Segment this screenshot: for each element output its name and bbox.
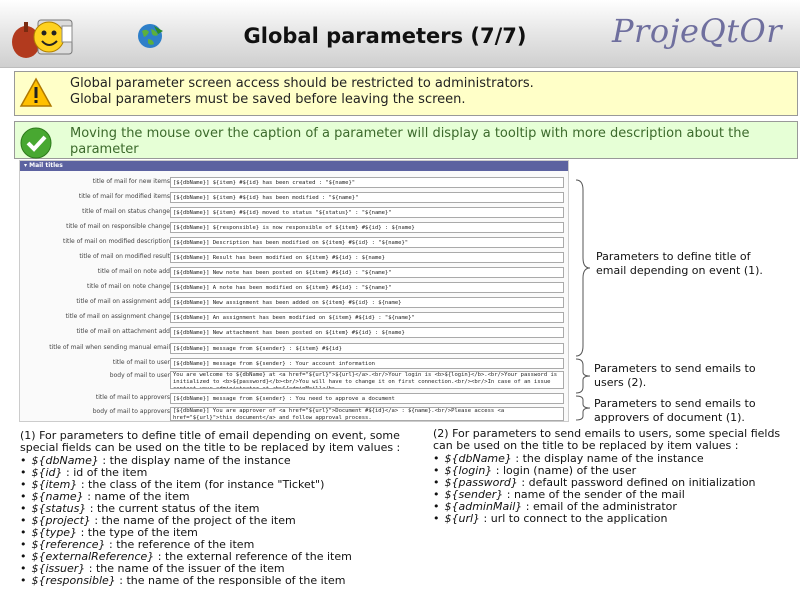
param-label: title of mail on modified result bbox=[79, 253, 170, 260]
field-desc: : the name of the responsible of the ite… bbox=[115, 574, 346, 587]
list-intro: (2) For parameters to send emails to use… bbox=[433, 428, 798, 452]
param-input[interactable]: [${dbName}] message from ${sender} : You… bbox=[170, 358, 564, 369]
param-textarea[interactable]: [${dbName}] You are approver of <a href=… bbox=[170, 407, 564, 421]
param-row: title of mail for modified items [${dbNa… bbox=[20, 191, 568, 205]
param-row: title of mail to approvers [${dbName}] m… bbox=[20, 392, 568, 406]
param-input[interactable]: [${dbName}] ${item} #${id} moved to stat… bbox=[170, 207, 564, 218]
mail-titles-form: ▾ Mail titles title of mail for new item… bbox=[19, 160, 569, 422]
param-row: body of mail to user You are welcome to … bbox=[20, 370, 568, 394]
annotation-line: email depending on event (1). bbox=[596, 264, 763, 277]
param-row: title of mail to user [${dbName}] messag… bbox=[20, 357, 568, 371]
param-label: title of mail on assignment add bbox=[76, 298, 170, 305]
param-input[interactable]: [${dbName}] New note has been posted on … bbox=[170, 267, 564, 278]
param-row: title of mail on modified result [${dbNa… bbox=[20, 251, 568, 265]
annotation-line: Parameters to send emails to bbox=[594, 362, 756, 375]
checkmark-icon bbox=[20, 127, 52, 159]
param-label: title of mail for new items bbox=[92, 178, 170, 185]
page-title: Global parameters (7/7) bbox=[243, 24, 527, 48]
param-input[interactable]: [${dbName}] Description has been modifie… bbox=[170, 237, 564, 248]
header-bar: Global parameters (7/7) ProjeQtOr bbox=[0, 0, 800, 68]
section-header-mail-titles[interactable]: ▾ Mail titles bbox=[20, 161, 568, 171]
list-item: ${responsible} : the name of the respons… bbox=[20, 575, 430, 587]
param-label: title of mail on responsible change bbox=[66, 223, 170, 230]
warning-icon bbox=[19, 77, 53, 107]
brace-titles bbox=[575, 179, 591, 357]
left-field-list: (1) For parameters to define title of em… bbox=[20, 430, 430, 587]
param-input[interactable]: [${dbName}] A note has been modified on … bbox=[170, 282, 564, 293]
param-row: title of mail for new items [${dbName}] … bbox=[20, 176, 568, 190]
param-row: title of mail on note change [${dbName}]… bbox=[20, 281, 568, 295]
warning-note: Global parameter screen access should be… bbox=[14, 71, 798, 116]
param-label: title of mail on note add bbox=[97, 268, 170, 275]
param-input[interactable]: [${dbName}] New attachment has been post… bbox=[170, 327, 564, 338]
param-label: title of mail to user bbox=[112, 359, 170, 366]
annotation-approvers: Parameters to send emails to approvers o… bbox=[594, 397, 756, 425]
param-label: title of mail to approvers bbox=[95, 394, 170, 401]
mascot-logo-icon bbox=[12, 19, 73, 58]
intro-line: special fields can be used on the title … bbox=[20, 441, 401, 454]
param-row: title of mail on responsible change [${d… bbox=[20, 221, 568, 235]
param-row: title of mail on status change [${dbName… bbox=[20, 206, 568, 220]
param-row: title of mail on modified description [$… bbox=[20, 236, 568, 250]
right-field-list: (2) For parameters to send emails to use… bbox=[433, 428, 798, 525]
param-input[interactable]: [${dbName}] message from ${sender} : ${i… bbox=[170, 343, 564, 354]
param-row: title of mail when sending manual email … bbox=[20, 342, 568, 356]
param-input[interactable]: [${dbName}] An assignment has been modif… bbox=[170, 312, 564, 323]
field-term: ${responsible} bbox=[31, 574, 116, 587]
field-desc: : url to connect to the application bbox=[480, 512, 668, 525]
list-item: ${url} : url to connect to the applicati… bbox=[433, 513, 798, 525]
param-label: title of mail for modified items bbox=[78, 193, 170, 200]
param-label: body of mail to user bbox=[109, 372, 170, 379]
param-row: title of mail on assignment change [${db… bbox=[20, 311, 568, 325]
annotation-line: users (2). bbox=[594, 376, 647, 389]
annotation-titles: Parameters to define title of email depe… bbox=[596, 250, 763, 278]
annotation-users: Parameters to send emails to users (2). bbox=[594, 362, 756, 390]
param-input[interactable]: [${dbName}] ${responsible} is now respon… bbox=[170, 222, 564, 233]
param-label: body of mail to approvers bbox=[92, 408, 170, 415]
param-input[interactable]: [${dbName}] New assignment has been adde… bbox=[170, 297, 564, 308]
annotation-line: approvers of document (1). bbox=[594, 411, 745, 424]
param-label: title of mail on note change bbox=[87, 283, 170, 290]
param-input[interactable]: [${dbName}] message from ${sender} : You… bbox=[170, 393, 564, 404]
param-label: title of mail on attachment add bbox=[76, 328, 170, 335]
info-line: parameter bbox=[70, 142, 139, 157]
field-term: ${url} bbox=[444, 512, 481, 525]
param-label: title of mail on modified description bbox=[62, 238, 170, 245]
warning-line: Global parameters must be saved before l… bbox=[70, 92, 466, 107]
param-label: title of mail on status change bbox=[82, 208, 170, 215]
list-intro: (1) For parameters to define title of em… bbox=[20, 430, 430, 454]
param-input[interactable]: [${dbName}] ${item} #${id} has been modi… bbox=[170, 192, 564, 203]
warning-line: Global parameter screen access should be… bbox=[70, 76, 534, 91]
param-input[interactable]: [${dbName}] ${item} #${id} has been crea… bbox=[170, 177, 564, 188]
intro-line: can be used on the title to be replaced … bbox=[433, 439, 739, 452]
annotation-line: Parameters to define title of bbox=[596, 250, 751, 263]
left-items: ${dbName} : the display name of the inst… bbox=[20, 455, 430, 587]
param-row: title of mail on note add [${dbName}] Ne… bbox=[20, 266, 568, 280]
info-note: Moving the mouse over the caption of a p… bbox=[14, 121, 798, 159]
globe-icon[interactable] bbox=[136, 22, 164, 50]
param-label: title of mail on assignment change bbox=[65, 313, 170, 320]
param-row: body of mail to approvers [${dbName}] Yo… bbox=[20, 406, 568, 422]
param-row: title of mail on attachment add [${dbNam… bbox=[20, 326, 568, 340]
brace-users bbox=[575, 358, 591, 394]
param-label: title of mail when sending manual email bbox=[49, 344, 170, 351]
brand-logo-text: ProjeQtOr bbox=[612, 12, 783, 50]
param-textarea[interactable]: You are welcome to ${dbName} at <a href=… bbox=[170, 371, 564, 389]
brace-approvers bbox=[575, 395, 591, 421]
right-items: ${dbName} : the display name of the inst… bbox=[433, 453, 798, 525]
info-line: Moving the mouse over the caption of a p… bbox=[70, 126, 750, 141]
param-row: title of mail on assignment add [${dbNam… bbox=[20, 296, 568, 310]
param-input[interactable]: [${dbName}] Result has been modified on … bbox=[170, 252, 564, 263]
annotation-line: Parameters to send emails to bbox=[594, 397, 756, 410]
